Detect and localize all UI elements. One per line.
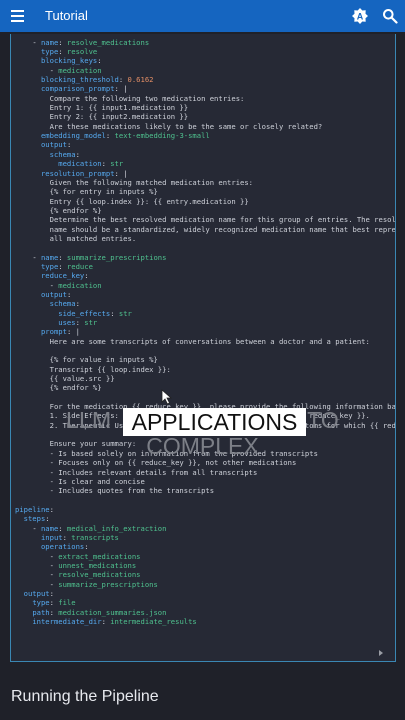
code-line: - name: medical_info_extraction xyxy=(32,523,167,533)
code-line: medication: str xyxy=(58,159,124,169)
code-line: {% for entry in inputs %} xyxy=(15,187,158,197)
code-line: output: xyxy=(23,588,54,598)
code-line: Transcript {{ loop.index }}: xyxy=(15,364,171,374)
caption-word-left: LLM xyxy=(65,407,112,433)
code-line: - Includes quotes from the transcripts xyxy=(15,486,215,496)
code-line: type: resolve xyxy=(40,47,98,57)
code-line: Entry 1: {{ input1.medication }} xyxy=(15,103,189,113)
svg-text:A: A xyxy=(357,11,364,21)
code-line: - unnest_medications xyxy=(49,560,137,570)
code-line: pipeline: xyxy=(15,504,54,514)
code-line: blocking_keys: xyxy=(40,56,102,66)
app-title: Tutorial xyxy=(45,8,88,23)
code-line: input: transcripts xyxy=(40,532,119,542)
code-line: output: xyxy=(40,289,72,299)
code-line: Compare the following two medication ent… xyxy=(15,93,245,103)
yaml-code: - medication ​ - name: resolve_medication… xyxy=(11,34,396,626)
caption-word-right: TO xyxy=(307,407,340,433)
code-line: Given the following matched medication e… xyxy=(15,177,253,187)
code-line: Determine the best resolved medication n… xyxy=(15,215,396,225)
code-line: {{ value.src }} xyxy=(15,374,115,384)
code-line: schema: xyxy=(49,149,80,159)
code-line: side_effects: str xyxy=(58,308,132,318)
code-line: type: file xyxy=(32,598,76,608)
code-line: Entry {{ loop.index }}: {{ entry.medicat… xyxy=(15,196,249,206)
code-line: - medication xyxy=(49,65,102,75)
code-line: embedding_model: text-embedding-3-small xyxy=(40,131,210,141)
menu-icon[interactable] xyxy=(11,10,24,22)
code-line: ​ xyxy=(15,393,395,402)
code-line: - medication xyxy=(49,280,102,290)
code-line: name should be a standardized, widely re… xyxy=(15,224,396,234)
code-line: operations: xyxy=(40,542,89,552)
code-line: - extract_medications xyxy=(49,551,141,561)
section-heading: Running the Pipeline xyxy=(11,688,159,705)
code-line: - resolve_medications xyxy=(49,570,141,580)
code-line: ​ xyxy=(15,243,395,252)
code-line: schema: xyxy=(49,299,80,309)
code-line: - name: summarize_prescriptions xyxy=(32,252,167,262)
caption-line-2: COMPLEX xyxy=(146,433,259,459)
code-line: comparison_prompt: | xyxy=(40,84,128,94)
code-line: blocking_threshold: 0.6162 xyxy=(40,75,154,85)
code-line: all matched entries. xyxy=(15,233,137,243)
code-line: - Includes relevant details from all tra… xyxy=(15,467,258,477)
code-line: - Is clear and concise xyxy=(15,476,145,486)
code-line: output: xyxy=(40,140,72,150)
caption-highlight: APPLICATIONS xyxy=(123,408,306,436)
code-line: - summarize_prescriptions xyxy=(49,579,158,589)
mouse-pointer-icon xyxy=(161,389,173,405)
code-line: resolution_prompt: | xyxy=(40,168,128,178)
search-icon[interactable] xyxy=(382,8,398,24)
code-line: uses: str xyxy=(58,318,98,327)
code-line: steps: xyxy=(23,514,50,524)
top-app-bar: Tutorial A xyxy=(0,0,405,32)
code-line: prompt: | xyxy=(40,327,80,337)
code-line: Are these medications likely to be the s… xyxy=(15,121,323,131)
code-line: {% for value in inputs %} xyxy=(15,355,158,365)
theme-toggle-icon[interactable]: A xyxy=(352,8,368,24)
code-line: ​ xyxy=(15,496,395,505)
code-line: {% endfor %} xyxy=(15,205,102,215)
code-line: ​ xyxy=(15,346,395,355)
scroll-right-arrow-icon[interactable] xyxy=(379,650,383,656)
code-line: Here are some transcripts of conversatio… xyxy=(15,336,370,346)
code-line: intermediate_dir: intermediate_results xyxy=(32,617,197,626)
code-line: path: medication_summaries.json xyxy=(32,607,167,617)
code-block: - medication ​ - name: resolve_medication… xyxy=(10,34,396,662)
code-line: - name: resolve_medications xyxy=(32,37,150,47)
code-line: {% endfor %} xyxy=(15,383,102,393)
code-line: Entry 2: {{ input2.medication }} xyxy=(15,112,189,122)
code-line: type: reduce xyxy=(40,261,93,271)
code-line: reduce_key: xyxy=(40,271,89,281)
